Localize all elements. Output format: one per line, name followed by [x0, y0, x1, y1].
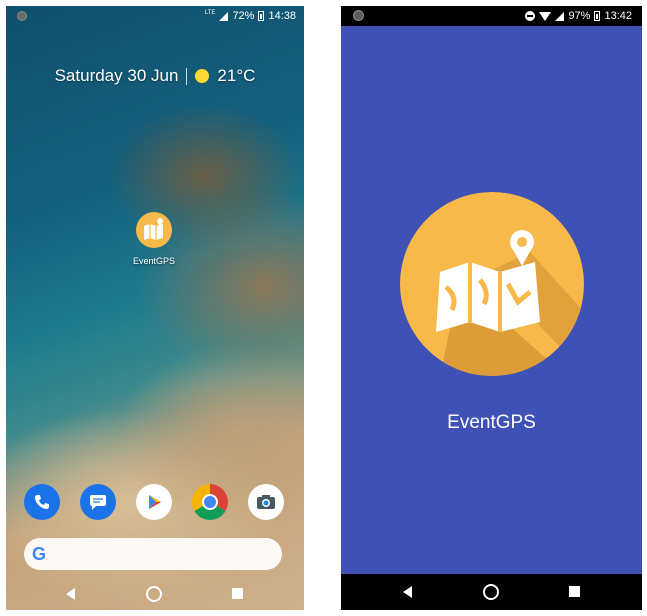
play-store-icon[interactable]	[136, 484, 172, 520]
date-weather-widget[interactable]: Saturday 30 Jun 21°C	[6, 66, 304, 86]
map-pin-icon	[144, 218, 163, 240]
status-bar: 97% 13:42	[341, 6, 642, 26]
back-icon[interactable]	[403, 586, 412, 598]
signal-icon	[555, 11, 565, 21]
front-camera-icon	[17, 11, 27, 21]
divider	[186, 67, 188, 85]
recents-icon[interactable]	[569, 586, 580, 597]
battery-icon	[258, 11, 265, 21]
app-title: EventGPS	[447, 412, 536, 433]
back-icon[interactable]	[66, 588, 75, 600]
messages-icon[interactable]	[80, 484, 116, 520]
status-time: 13:42	[604, 10, 632, 22]
eventgps-logo	[400, 192, 584, 376]
eventgps-app-icon[interactable]	[136, 212, 172, 248]
chrome-icon[interactable]	[192, 484, 228, 520]
signal-icon	[219, 11, 229, 21]
network-type: LTE	[204, 10, 216, 16]
battery-icon	[594, 11, 601, 21]
google-search-bar[interactable]: G	[24, 538, 282, 570]
app-label: EventGPS	[132, 256, 176, 266]
status-time: 14:38	[268, 10, 296, 22]
home-icon[interactable]	[146, 586, 162, 602]
sun-icon	[195, 69, 210, 83]
battery-percent: 72%	[232, 10, 255, 22]
navigation-bar	[341, 574, 642, 610]
map-pin-icon	[436, 230, 584, 376]
phone-icon[interactable]	[24, 484, 60, 520]
front-camera-icon	[353, 10, 364, 21]
home-screen: LTE 72% 14:38 Saturday 30 Jun 21°C Event…	[6, 6, 304, 610]
date-text: Saturday 30 Jun	[54, 66, 179, 85]
do-not-disturb-icon	[525, 11, 536, 21]
navigation-bar	[6, 580, 304, 610]
status-bar: LTE 72% 14:38	[6, 6, 304, 28]
wifi-icon	[539, 11, 552, 21]
home-icon[interactable]	[483, 584, 499, 600]
splash-screen: 97% 13:42 EventGPS	[341, 6, 642, 610]
google-logo-icon: G	[32, 543, 47, 564]
battery-percent: 97%	[568, 10, 591, 22]
dock	[6, 484, 304, 524]
temperature-text: 21°C	[217, 66, 256, 85]
camera-icon[interactable]	[248, 484, 284, 520]
recents-icon[interactable]	[232, 588, 243, 599]
